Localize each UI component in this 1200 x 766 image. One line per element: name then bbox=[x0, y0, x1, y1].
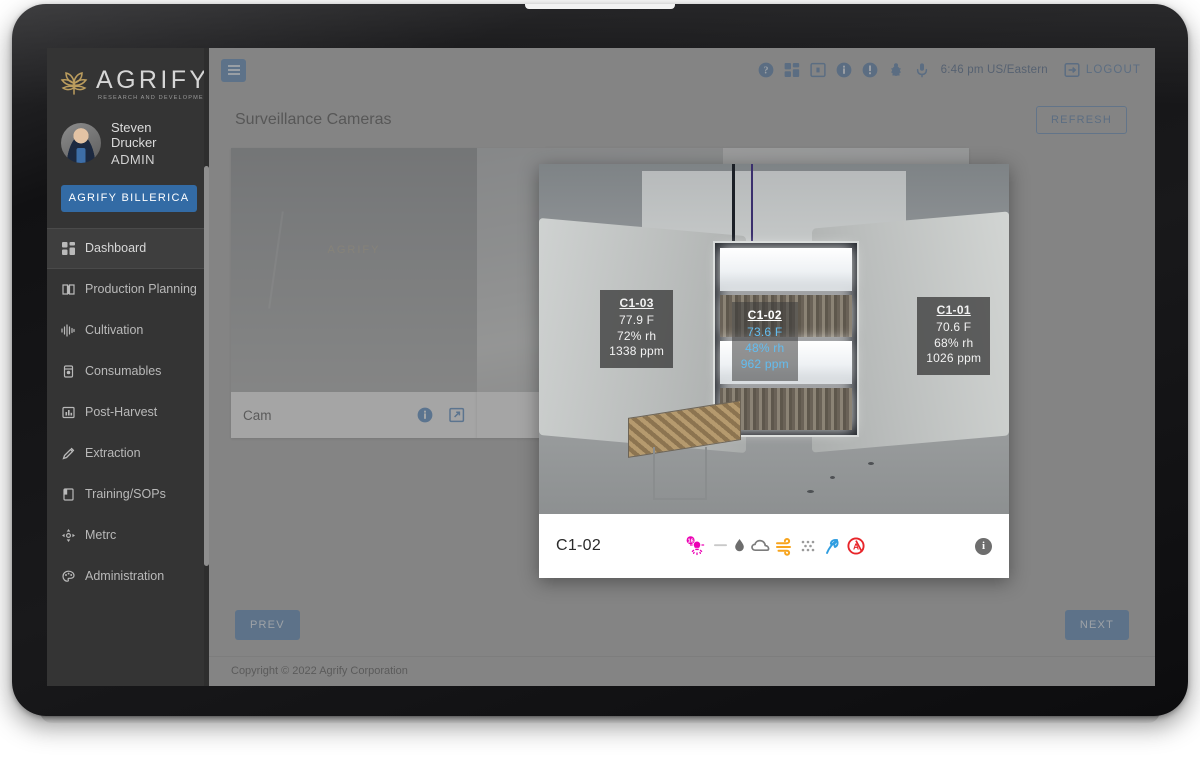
sensor-co2: 1338 ppm bbox=[609, 344, 664, 358]
agrify-leaf-icon bbox=[59, 68, 89, 101]
sidebar-item-consumables[interactable]: Consumables bbox=[47, 351, 209, 392]
sidebar-item-cultivation[interactable]: Cultivation bbox=[47, 310, 209, 351]
dash-icon[interactable] bbox=[713, 536, 728, 556]
sidebar-item-label: Dashboard bbox=[85, 241, 146, 255]
sidebar-item-label: Post-Harvest bbox=[85, 405, 157, 419]
sensor-id: C1-03 bbox=[609, 296, 664, 312]
feed-scene-element bbox=[751, 164, 753, 245]
sidebar-item-label: Metrc bbox=[85, 528, 116, 542]
feed-cart-legs bbox=[653, 447, 707, 500]
sensor-humidity: 72% rh bbox=[617, 329, 656, 343]
sidebar-item-extraction[interactable]: Extraction bbox=[47, 433, 209, 474]
water-drop-icon[interactable] bbox=[732, 536, 747, 556]
snowflake-dots-icon[interactable] bbox=[799, 536, 817, 556]
sidebar-item-label: Extraction bbox=[85, 446, 141, 460]
dashboard-grid-icon bbox=[61, 241, 75, 255]
sidebar-item-label: Production Planning bbox=[85, 282, 197, 296]
sidebar-item-label: Administration bbox=[85, 569, 164, 583]
sidebar-nav: Dashboard Production Planning Cultivatio… bbox=[47, 228, 209, 597]
feed-scene-element bbox=[868, 462, 874, 465]
device-bottom-edge bbox=[40, 711, 1160, 723]
tablet-device-frame: AGRIFY™ RESEARCH AND DEVELOPMENT Steven … bbox=[12, 4, 1188, 716]
sensor-co2: 1026 ppm bbox=[926, 351, 981, 365]
modal-camera-name: C1-02 bbox=[556, 537, 601, 555]
sidebar: AGRIFY™ RESEARCH AND DEVELOPMENT Steven … bbox=[47, 48, 209, 686]
sensor-co2: 962 ppm bbox=[741, 357, 789, 371]
modal-info-icon[interactable]: i bbox=[975, 538, 992, 555]
avatar bbox=[61, 123, 101, 163]
user-profile[interactable]: Steven Drucker ADMIN bbox=[47, 110, 209, 179]
sidebar-item-dashboard[interactable]: Dashboard bbox=[47, 228, 209, 269]
light-lamp-icon[interactable]: 16 bbox=[685, 536, 709, 556]
sensor-humidity: 48% rh bbox=[745, 341, 784, 355]
sensor-overlay: C1-03 77.9 F 72% rh 1338 ppm bbox=[600, 290, 673, 368]
bar-chart-icon bbox=[61, 405, 75, 419]
user-role: ADMIN bbox=[111, 152, 197, 167]
main-area: ? 6:46 pm US/Eastern LOGOUT Sur bbox=[209, 48, 1155, 686]
tablet-screen: AGRIFY™ RESEARCH AND DEVELOPMENT Steven … bbox=[47, 48, 1155, 686]
sidebar-item-production-planning[interactable]: Production Planning bbox=[47, 269, 209, 310]
sensor-temperature: 73.6 F bbox=[747, 325, 782, 339]
brand-logo: AGRIFY™ RESEARCH AND DEVELOPMENT bbox=[47, 48, 209, 110]
feed-cart bbox=[628, 409, 741, 500]
palette-icon bbox=[61, 569, 75, 583]
sensor-overlay-active: C1-02 73.6 F 48% rh 962 ppm bbox=[732, 302, 798, 380]
sensor-id: C1-02 bbox=[741, 308, 789, 324]
user-name: Steven Drucker bbox=[111, 120, 197, 150]
device-camera-notch bbox=[525, 4, 675, 9]
book-icon bbox=[61, 282, 75, 296]
sidebar-item-post-harvest[interactable]: Post-Harvest bbox=[47, 392, 209, 433]
sensor-humidity: 68% rh bbox=[934, 336, 973, 350]
beaker-icon bbox=[61, 364, 75, 378]
wind-icon[interactable] bbox=[775, 536, 795, 556]
bookmark-icon bbox=[61, 487, 75, 501]
brand-name: AGRIFY™ bbox=[96, 68, 216, 93]
light-count-badge: 16 bbox=[688, 538, 694, 544]
sidebar-item-label: Training/SOPs bbox=[85, 487, 166, 501]
status-icon-row: 16 A bbox=[685, 536, 866, 556]
feed-scene-element bbox=[732, 164, 735, 252]
alert-a-icon[interactable]: A bbox=[846, 536, 866, 556]
cloud-icon[interactable] bbox=[751, 536, 771, 556]
camera-detail-modal: C1-03 77.9 F 72% rh 1338 ppm C1-02 73.6 … bbox=[539, 164, 1009, 578]
sidebar-item-label: Consumables bbox=[85, 364, 161, 378]
sidebar-item-label: Cultivation bbox=[85, 323, 143, 337]
svg-text:A: A bbox=[853, 541, 859, 551]
sprout-icon[interactable] bbox=[821, 536, 842, 556]
dropper-icon bbox=[61, 446, 75, 460]
sensor-overlay: C1-01 70.6 F 68% rh 1026 ppm bbox=[917, 297, 990, 375]
feed-scene-element bbox=[807, 490, 814, 493]
brand-tagline: RESEARCH AND DEVELOPMENT bbox=[98, 96, 216, 102]
waveform-icon bbox=[61, 323, 75, 337]
feed-shelf bbox=[720, 248, 852, 291]
sensor-temperature: 70.6 F bbox=[936, 320, 971, 334]
feed-scene-element bbox=[830, 476, 835, 479]
camera-live-feed[interactable]: C1-03 77.9 F 72% rh 1338 ppm C1-02 73.6 … bbox=[539, 164, 1009, 514]
sensor-id: C1-01 bbox=[926, 303, 981, 319]
facility-selector-button[interactable]: AGRIFY BILLERICA bbox=[61, 185, 197, 212]
compass-arrows-icon bbox=[61, 528, 75, 542]
sidebar-item-training-sops[interactable]: Training/SOPs bbox=[47, 474, 209, 515]
sidebar-item-metrc[interactable]: Metrc bbox=[47, 515, 209, 556]
sidebar-item-administration[interactable]: Administration bbox=[47, 556, 209, 597]
modal-footer: C1-02 16 bbox=[539, 514, 1009, 578]
sensor-temperature: 77.9 F bbox=[619, 313, 654, 327]
